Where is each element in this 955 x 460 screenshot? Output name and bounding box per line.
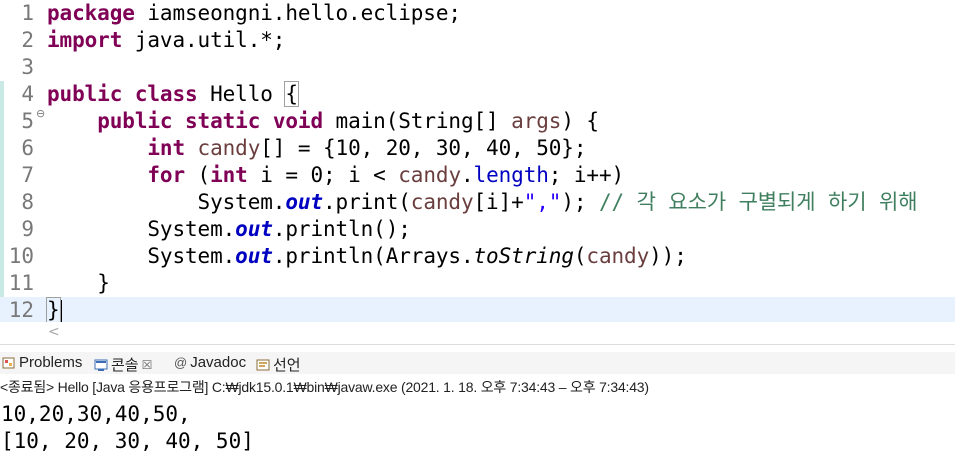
javadoc-icon: @ (174, 355, 188, 370)
code-line-7: 7 for (int i = 0; i < candy.length; i++) (0, 162, 955, 189)
console-output-line: 10,20,30,40,50, (1, 402, 191, 426)
line-number: 10 (8, 244, 34, 268)
tab-declaration[interactable]: 선언 (256, 354, 301, 375)
console-output-line: [10, 20, 30, 40, 50] (1, 429, 254, 453)
line-number: 9 (21, 217, 34, 241)
code-text: int candy[] = {10, 20, 30, 40, 50}; (147, 136, 587, 160)
line-number: 2 (21, 28, 34, 52)
line-number: 8 (21, 190, 34, 214)
console-tab-bar: Problems 콘솔 ☒ @ Javadoc 선언 (0, 352, 955, 374)
code-line-3: 3 (0, 54, 955, 81)
fold-collapse-icon[interactable]: ⊖ (36, 107, 45, 120)
tab-label: Problems (19, 354, 83, 371)
code-comment: // 각 요소가 구별되게 하기 위해 (598, 190, 918, 214)
code-line-10: 10 System.out.println(Arrays.toString(ca… (0, 243, 955, 270)
line-number: 7 (21, 163, 34, 187)
code-line-8: 8 System.out.print(candy[i]+","); // 각 요… (0, 189, 955, 216)
tab-console[interactable]: 콘솔 ☒ (94, 354, 152, 375)
code-line-2: 2 import java.util.*; (0, 27, 955, 54)
code-line-4: 4 public class Hello { (0, 81, 955, 108)
scroll-left-icon[interactable]: < (48, 324, 60, 340)
console-output[interactable]: 10,20,30,40,50, [10, 20, 30, 40, 50] (0, 401, 955, 460)
tab-problems[interactable]: Problems (2, 354, 82, 371)
problems-icon (2, 356, 16, 370)
matching-brace: } (46, 297, 61, 323)
code-line-6: 6 int candy[] = {10, 20, 30, 40, 50}; (0, 135, 955, 162)
code-text: System.out.println(); (147, 217, 411, 241)
code-line-12: 12 } (0, 297, 955, 324)
console-status-line: <종료됨> Hello [Java 응용프로그램] C:₩jdk15.0.1₩b… (0, 379, 649, 395)
tab-label: 콘솔 (111, 357, 139, 374)
declaration-icon (256, 358, 270, 372)
code-text: import java.util.*; (47, 28, 286, 52)
code-text: System.out.print(candy[i]+","); // 각 요소가… (197, 190, 918, 214)
editor-horizontal-scrollbar[interactable]: < (0, 322, 955, 345)
line-number: 12 (8, 298, 34, 322)
matching-brace: { (284, 81, 299, 107)
line-number: 6 (21, 136, 34, 160)
line-number: 5 (21, 109, 34, 133)
code-text: } (97, 271, 110, 295)
code-line-5: 5 ⊖ public static void main(String[] arg… (0, 107, 955, 135)
line-number: 4 (21, 82, 34, 106)
code-line-9: 9 System.out.println(); (0, 216, 955, 243)
text-caret (60, 300, 62, 322)
line-number: 3 (21, 55, 34, 79)
code-editor[interactable]: 1 package iamseongni.hello.eclipse; 2 im… (0, 0, 955, 324)
code-text: for (int i = 0; i < candy.length; i++) (147, 163, 625, 187)
tab-label: Javadoc (190, 354, 247, 371)
tab-javadoc[interactable]: @ Javadoc (174, 354, 246, 371)
console-icon (94, 358, 108, 372)
tab-label: 선언 (273, 357, 301, 374)
code-line-11: 11 } (0, 270, 955, 297)
line-number: 1 (21, 1, 34, 25)
code-text: public class Hello { (47, 81, 299, 107)
code-line-1: 1 package iamseongni.hello.eclipse; (0, 0, 955, 27)
code-text: package iamseongni.hello.eclipse; (47, 1, 461, 25)
code-text: public static void main(String[] args) { (97, 109, 599, 133)
code-text: } (46, 297, 62, 324)
close-icon[interactable]: ☒ (142, 358, 153, 372)
code-text: System.out.println(Arrays.toString(candy… (147, 244, 687, 268)
line-number: 11 (8, 271, 34, 295)
